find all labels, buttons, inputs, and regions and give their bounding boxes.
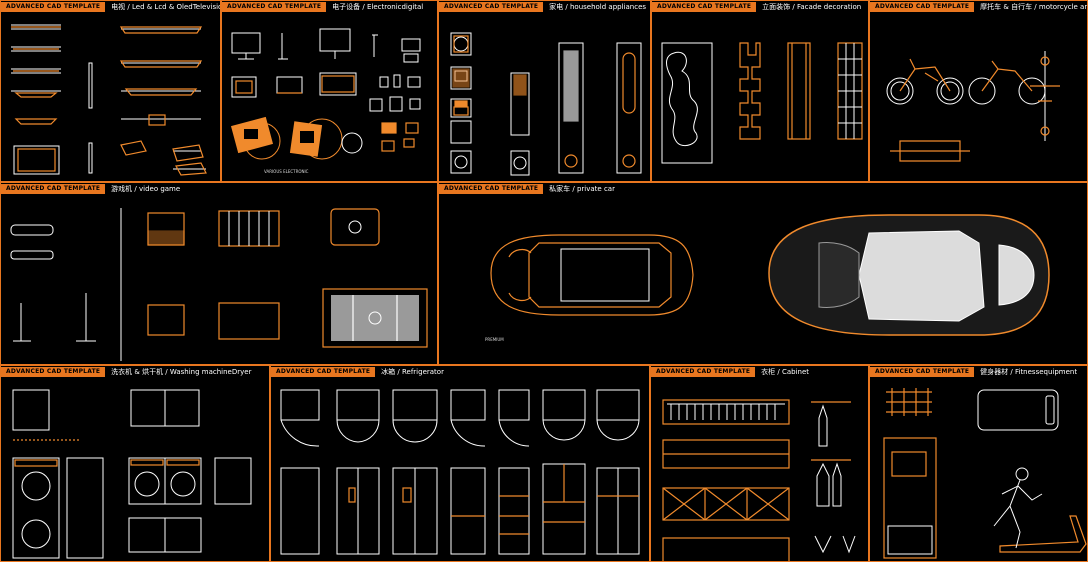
video-game-drawings bbox=[10, 208, 428, 361]
motorcycle-drawings bbox=[886, 51, 1060, 162]
tv-drawings bbox=[11, 24, 207, 176]
panel-electronic: ADVANCED CAD TEMPLATE 电子设备 / Electronicd… bbox=[221, 0, 438, 182]
electronic-drawings bbox=[230, 28, 421, 160]
panel-household: ADVANCED CAD TEMPLATE 家电 / household app… bbox=[438, 0, 651, 182]
panel-refrigerator: ADVANCED CAD TEMPLATE 冰箱 / Refrigerator bbox=[270, 365, 650, 562]
cabinet-drawings bbox=[662, 399, 856, 561]
panel-facade: ADVANCED CAD TEMPLATE 立面装饰 / Facade deco… bbox=[651, 0, 869, 182]
panel-cabinet: ADVANCED CAD TEMPLATE 衣柜 / Cabinet bbox=[650, 365, 869, 562]
electronic-caption: VARIOUS ELECTRONIC bbox=[264, 169, 309, 174]
washing-drawings bbox=[12, 389, 252, 559]
panel-fitness: ADVANCED CAD TEMPLATE 健身器材 / Fitnessequi… bbox=[869, 365, 1088, 562]
panel-private-car: ADVANCED CAD TEMPLATE 私家车 / private car … bbox=[438, 182, 1088, 365]
car-left-topview bbox=[490, 234, 694, 316]
car-right-topview bbox=[768, 214, 1050, 336]
fridge-drawings bbox=[280, 389, 640, 555]
facade-drawings bbox=[661, 42, 863, 164]
panel-washing: ADVANCED CAD TEMPLATE 洗衣机 & 烘干机 / Washin… bbox=[0, 365, 270, 562]
panel-video-game: ADVANCED CAD TEMPLATE 游戏机 / video game bbox=[0, 182, 438, 365]
car-caption: PREMIUM bbox=[485, 337, 504, 342]
fitness-drawings bbox=[883, 388, 1087, 559]
car-drawings bbox=[490, 214, 1050, 336]
panel-motorcycle: ADVANCED CAD TEMPLATE 摩托车 & 自行车 / motorc… bbox=[869, 0, 1088, 182]
panel-led-tv: ADVANCED CAD TEMPLATE 电视 / Led & Lcd & O… bbox=[0, 0, 221, 182]
household-drawings bbox=[450, 32, 642, 176]
